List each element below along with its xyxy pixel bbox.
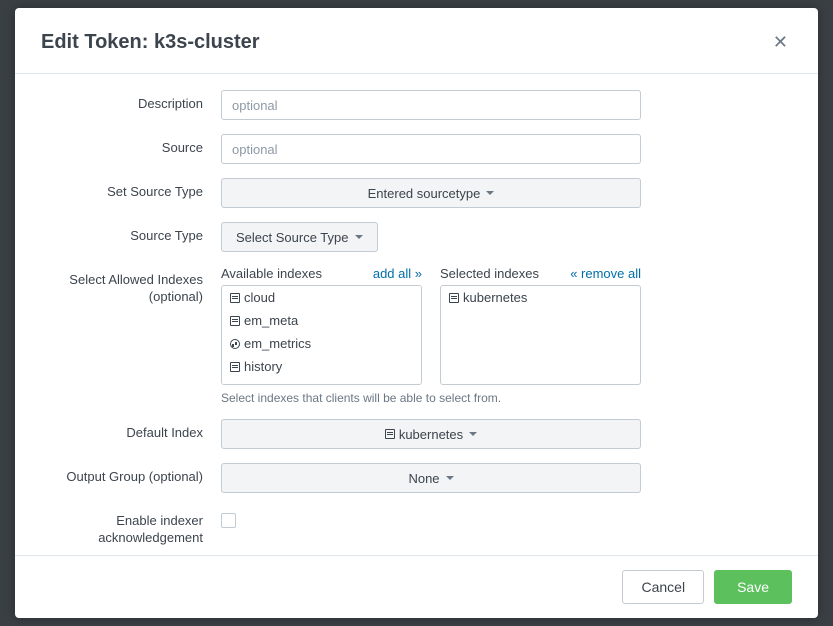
- output-group-picker[interactable]: None: [221, 463, 641, 493]
- output-group-value: None: [408, 471, 439, 486]
- metric-index-icon: [230, 339, 240, 349]
- list-item[interactable]: em_meta: [222, 309, 421, 332]
- add-all-link[interactable]: add all »: [373, 266, 422, 281]
- indexes-help-text: Select indexes that clients will be able…: [221, 391, 641, 405]
- list-item-label: hypervisor: [244, 382, 304, 385]
- source-input[interactable]: [221, 134, 641, 164]
- chevron-down-icon: [469, 432, 477, 436]
- chevron-down-icon: [486, 191, 494, 195]
- enable-ack-checkbox[interactable]: [221, 513, 236, 528]
- label-source: Source: [41, 134, 221, 157]
- remove-all-link[interactable]: « remove all: [570, 266, 641, 281]
- index-icon: [230, 362, 240, 372]
- label-select-allowed: Select Allowed Indexes (optional): [41, 266, 221, 306]
- close-icon: ✕: [773, 32, 788, 52]
- modal-header: Edit Token: k3s-cluster ✕: [15, 8, 818, 74]
- available-label: Available indexes: [221, 266, 322, 281]
- close-button[interactable]: ✕: [769, 28, 792, 57]
- save-button[interactable]: Save: [714, 570, 792, 604]
- list-item-label: kubernetes: [463, 290, 527, 305]
- index-icon: [449, 293, 459, 303]
- chevron-down-icon: [355, 235, 363, 239]
- label-source-type: Source Type: [41, 222, 221, 245]
- label-description: Description: [41, 90, 221, 113]
- selected-label: Selected indexes: [440, 266, 539, 281]
- index-icon: [385, 429, 395, 439]
- edit-token-modal: Edit Token: k3s-cluster ✕ Description So…: [15, 8, 818, 618]
- index-icon: [230, 385, 240, 386]
- source-type-picker[interactable]: Select Source Type: [221, 222, 378, 252]
- index-icon: [230, 316, 240, 326]
- modal-body: Description Source Set Source Type Enter…: [15, 74, 818, 555]
- list-item[interactable]: hypervisor: [222, 378, 421, 385]
- source-type-value: Select Source Type: [236, 230, 349, 245]
- label-output-group: Output Group (optional): [41, 463, 221, 486]
- list-item[interactable]: cloud: [222, 286, 421, 309]
- selected-indexes-list[interactable]: kubernetes: [440, 285, 641, 385]
- label-default-index: Default Index: [41, 419, 221, 442]
- set-source-type-picker[interactable]: Entered sourcetype: [221, 178, 641, 208]
- available-indexes-list[interactable]: cloud em_meta em_metricshistory hypervisor: [221, 285, 422, 385]
- label-enable-ack: Enable indexer acknowledgement: [41, 507, 221, 547]
- list-item-label: cloud: [244, 290, 275, 305]
- modal-title: Edit Token: k3s-cluster: [41, 31, 260, 54]
- chevron-down-icon: [446, 476, 454, 480]
- list-item-label: history: [244, 359, 282, 374]
- cancel-button[interactable]: Cancel: [622, 570, 704, 604]
- list-item[interactable]: history: [222, 355, 421, 378]
- index-icon: [230, 293, 240, 303]
- list-item-label: em_meta: [244, 313, 298, 328]
- default-index-value: kubernetes: [399, 427, 463, 442]
- default-index-picker[interactable]: kubernetes: [221, 419, 641, 449]
- description-input[interactable]: [221, 90, 641, 120]
- label-set-source-type: Set Source Type: [41, 178, 221, 201]
- dual-listbox: Available indexes add all » cloud em_meta…: [221, 266, 641, 385]
- modal-footer: Cancel Save: [15, 555, 818, 618]
- list-item[interactable]: kubernetes: [441, 286, 640, 309]
- set-source-type-value: Entered sourcetype: [368, 186, 481, 201]
- list-item-label: em_metrics: [244, 336, 311, 351]
- list-item[interactable]: em_metrics: [222, 332, 421, 355]
